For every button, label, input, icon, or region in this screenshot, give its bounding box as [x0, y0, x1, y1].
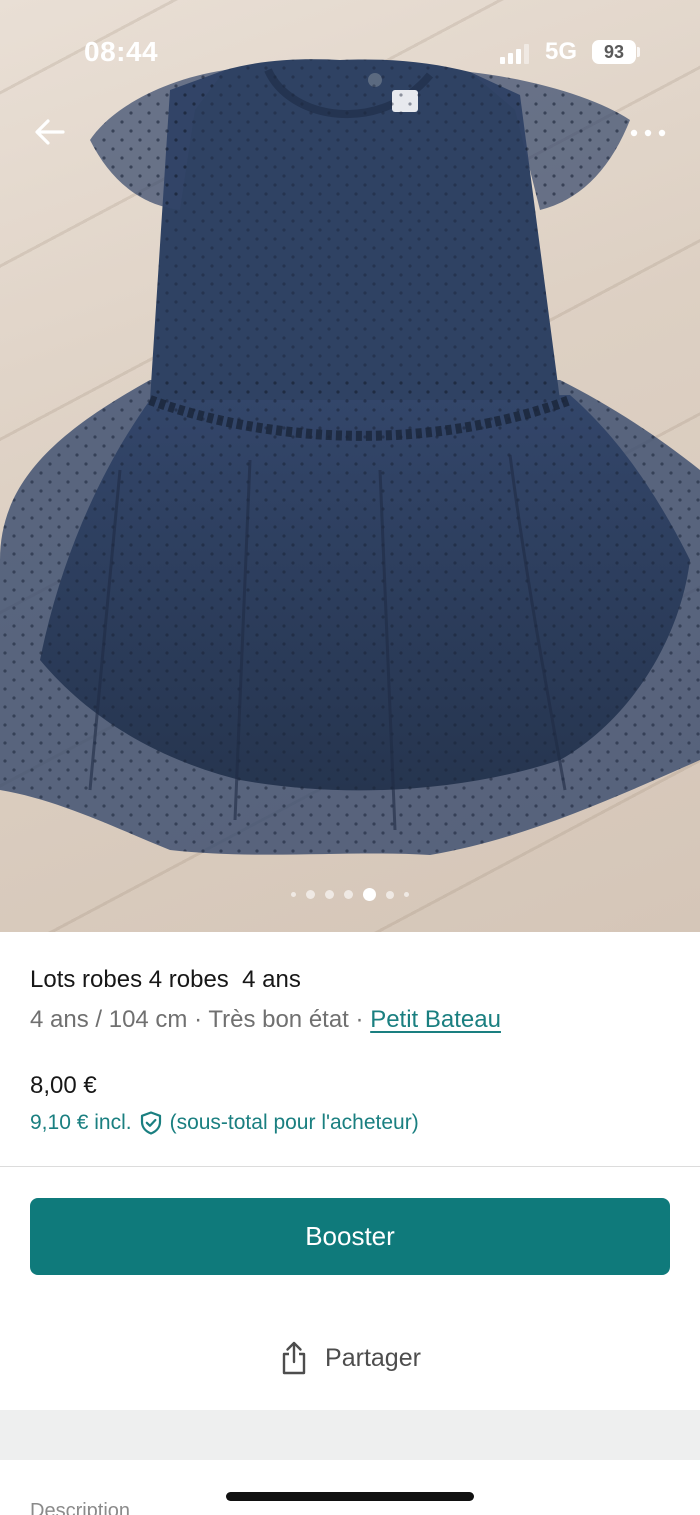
item-photo[interactable]: 08:44 5G 93	[0, 0, 700, 932]
booster-button[interactable]: Booster	[30, 1198, 670, 1275]
item-screen: 08:44 5G 93 Lots robes 4 robes 4 ans 4 a…	[0, 0, 700, 1515]
meta-separator: ·	[348, 1006, 371, 1033]
battery-icon: 93	[592, 40, 636, 64]
share-icon	[282, 1341, 306, 1375]
item-price: 8,00 €	[30, 1072, 97, 1099]
share-button[interactable]: Partager	[0, 1325, 700, 1391]
item-size: 4 ans / 104 cm	[30, 1006, 188, 1033]
battery-tip	[637, 47, 640, 57]
pager-dot[interactable]	[325, 890, 334, 899]
meta-separator: ·	[187, 1006, 209, 1033]
signal-icon	[500, 44, 529, 64]
network-type: 5G	[545, 38, 578, 65]
total-price: 9,10 € incl.	[30, 1111, 132, 1134]
pager-dot[interactable]	[404, 892, 409, 897]
shield-check-icon	[140, 1111, 161, 1135]
section-separator	[0, 1410, 700, 1460]
description-heading: Description	[30, 1500, 131, 1515]
pager-dot-active[interactable]	[363, 888, 376, 901]
photo-pager[interactable]	[0, 888, 700, 901]
section-divider	[0, 1166, 700, 1167]
dress-image	[0, 59, 700, 855]
pager-dot[interactable]	[306, 890, 315, 899]
item-meta: 4 ans / 104 cm · Très bon état · Petit B…	[30, 1006, 501, 1034]
total-note: (sous-total pour l'acheteur)	[169, 1111, 419, 1134]
pager-dot[interactable]	[291, 892, 296, 897]
item-condition: Très bon état	[208, 1006, 349, 1033]
brand-link[interactable]: Petit Bateau	[370, 1006, 501, 1033]
pager-dot[interactable]	[386, 890, 394, 899]
arrow-left-icon[interactable]	[30, 112, 70, 152]
home-indicator[interactable]	[226, 1492, 474, 1501]
more-horizontal-icon[interactable]	[626, 118, 670, 148]
share-label: Partager	[325, 1343, 421, 1372]
battery-level: 93	[603, 42, 625, 62]
buyer-protection-total[interactable]: 9,10 € incl. (sous-total pour l'acheteur…	[30, 1110, 419, 1136]
status-time: 08:44	[84, 36, 159, 67]
item-title: Lots robes 4 robes 4 ans	[30, 966, 301, 993]
pager-dot[interactable]	[344, 890, 353, 899]
